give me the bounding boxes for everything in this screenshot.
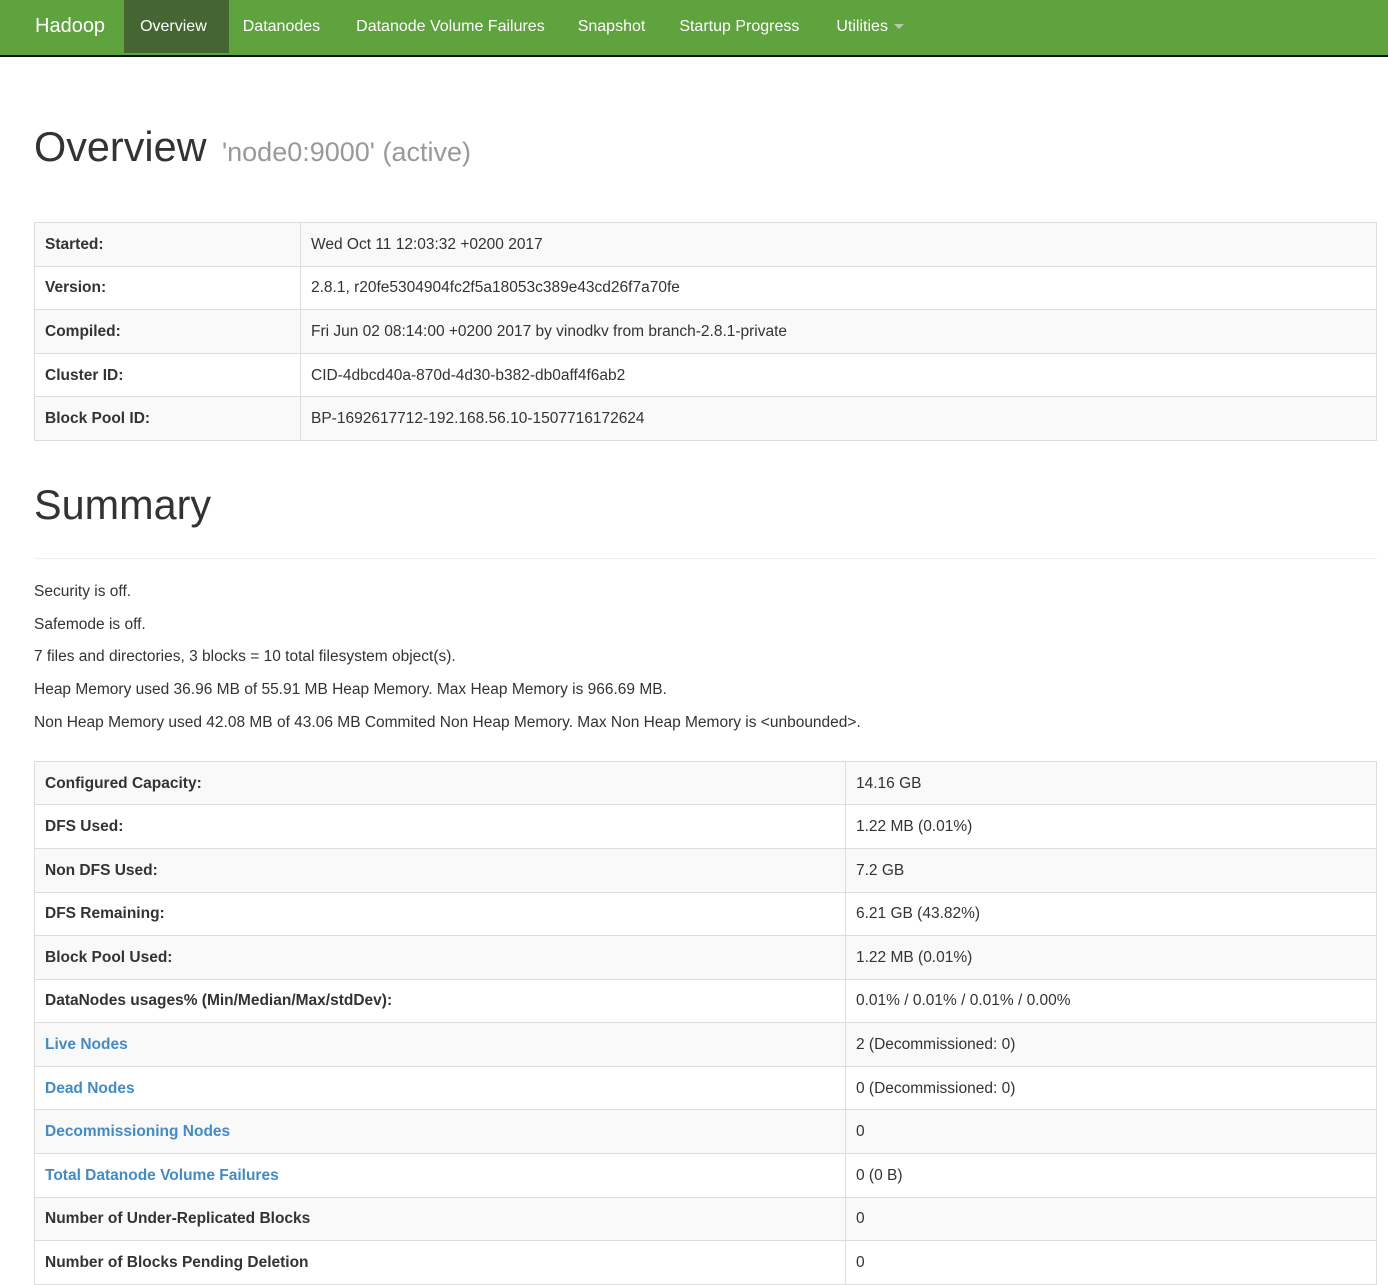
table-row-under-replicated-blocks: Number of Under-Replicated Blocks 0 [35, 1197, 1377, 1241]
security-status: Security is off. [34, 581, 1377, 602]
total-datanode-volume-failures-link[interactable]: Total Datanode Volume Failures [45, 1167, 279, 1184]
heap-memory: Heap Memory used 36.96 MB of 55.91 MB He… [34, 679, 1377, 700]
summary-table: Configured Capacity: 14.16 GB DFS Used: … [34, 761, 1377, 1285]
row-label: Started: [35, 223, 301, 267]
table-row-total-datanode-volume-failures: Total Datanode Volume Failures 0 (0 B) [35, 1154, 1377, 1198]
row-value: 2 (Decommissioned: 0) [846, 1023, 1377, 1067]
summary-title: Summary [34, 483, 1377, 527]
nav-item-overview[interactable]: Overview [124, 0, 229, 55]
table-row-decommissioning-nodes: Decommissioning Nodes 0 [35, 1110, 1377, 1154]
row-label: Total Datanode Volume Failures [35, 1154, 846, 1198]
row-label: Compiled: [35, 310, 301, 354]
table-row-dead-nodes: Dead Nodes 0 (Decommissioned: 0) [35, 1066, 1377, 1110]
row-label: Decommissioning Nodes [35, 1110, 846, 1154]
row-value: 0 [846, 1197, 1377, 1241]
nav-item-datanode-volume-failures[interactable]: Datanode Volume Failures [337, 0, 562, 55]
row-value: 0 [846, 1241, 1377, 1285]
table-row-blocks-pending-deletion: Number of Blocks Pending Deletion 0 [35, 1241, 1377, 1285]
page-title: Overview 'node0:9000' (active) [34, 125, 1377, 174]
row-label: DFS Remaining: [35, 892, 846, 936]
caret-down-icon [894, 24, 904, 29]
row-value: 0 [846, 1110, 1377, 1154]
live-nodes-link[interactable]: Live Nodes [45, 1036, 128, 1053]
table-row-block-pool-id: Block Pool ID: BP-1692617712-192.168.56.… [35, 397, 1377, 441]
table-row-block-pool-used: Block Pool Used: 1.22 MB (0.01%) [35, 936, 1377, 980]
table-row-started: Started: Wed Oct 11 12:03:32 +0200 2017 [35, 223, 1377, 267]
row-value: Fri Jun 02 08:14:00 +0200 2017 by vinodk… [301, 310, 1377, 354]
table-row-live-nodes: Live Nodes 2 (Decommissioned: 0) [35, 1023, 1377, 1067]
table-row-cluster-id: Cluster ID: CID-4dbcd40a-870d-4d30-b382-… [35, 353, 1377, 397]
filesystem-objects: 7 files and directories, 3 blocks = 10 t… [34, 646, 1377, 667]
nav-item-startup-progress[interactable]: Startup Progress [661, 0, 816, 55]
navbar: Hadoop Overview Datanodes Datanode Volum… [0, 0, 1388, 57]
non-heap-memory: Non Heap Memory used 42.08 MB of 43.06 M… [34, 712, 1377, 733]
table-row-configured-capacity: Configured Capacity: 14.16 GB [35, 761, 1377, 805]
row-value: 14.16 GB [846, 761, 1377, 805]
row-label: Number of Under-Replicated Blocks [35, 1197, 846, 1241]
summary-header: Summary [34, 483, 1377, 559]
row-label: Block Pool Used: [35, 936, 846, 980]
row-label: Cluster ID: [35, 353, 301, 397]
dead-nodes-link[interactable]: Dead Nodes [45, 1080, 135, 1097]
table-row-compiled: Compiled: Fri Jun 02 08:14:00 +0200 2017… [35, 310, 1377, 354]
table-row-non-dfs-used: Non DFS Used: 7.2 GB [35, 848, 1377, 892]
row-value: 0 (0 B) [846, 1154, 1377, 1198]
navbar-menu: Overview Datanodes Datanode Volume Failu… [124, 0, 921, 55]
row-value: 0 (Decommissioned: 0) [846, 1066, 1377, 1110]
table-row-dfs-used: DFS Used: 1.22 MB (0.01%) [35, 805, 1377, 849]
main-content: Overview 'node0:9000' (active) Started: … [34, 125, 1377, 1285]
row-label: Number of Blocks Pending Deletion [35, 1241, 846, 1285]
row-label: DFS Used: [35, 805, 846, 849]
safemode-status: Safemode is off. [34, 614, 1377, 635]
row-label: Version: [35, 266, 301, 310]
brand-link[interactable]: Hadoop [0, 0, 123, 55]
row-label: DataNodes usages% (Min/Median/Max/stdDev… [35, 979, 846, 1023]
row-label: Configured Capacity: [35, 761, 846, 805]
nav-item-datanodes[interactable]: Datanodes [229, 0, 337, 55]
nav-item-utilities[interactable]: Utilities [816, 0, 921, 55]
row-value: 2.8.1, r20fe5304904fc2f5a18053c389e43cd2… [301, 266, 1377, 310]
row-label: Block Pool ID: [35, 397, 301, 441]
table-row-dfs-remaining: DFS Remaining: 6.21 GB (43.82%) [35, 892, 1377, 936]
row-label: Dead Nodes [35, 1066, 846, 1110]
row-label: Non DFS Used: [35, 848, 846, 892]
row-value: 1.22 MB (0.01%) [846, 936, 1377, 980]
row-value: CID-4dbcd40a-870d-4d30-b382-db0aff4f6ab2 [301, 353, 1377, 397]
row-label: Live Nodes [35, 1023, 846, 1067]
page-subtitle: 'node0:9000' (active) [222, 137, 471, 167]
row-value: 7.2 GB [846, 848, 1377, 892]
row-value: BP-1692617712-192.168.56.10-150771617262… [301, 397, 1377, 441]
table-row-version: Version: 2.8.1, r20fe5304904fc2f5a18053c… [35, 266, 1377, 310]
decommissioning-nodes-link[interactable]: Decommissioning Nodes [45, 1123, 230, 1140]
table-row-datanodes-usages: DataNodes usages% (Min/Median/Max/stdDev… [35, 979, 1377, 1023]
row-value: Wed Oct 11 12:03:32 +0200 2017 [301, 223, 1377, 267]
row-value: 1.22 MB (0.01%) [846, 805, 1377, 849]
row-value: 6.21 GB (43.82%) [846, 892, 1377, 936]
row-value: 0.01% / 0.01% / 0.01% / 0.00% [846, 979, 1377, 1023]
nav-item-snapshot[interactable]: Snapshot [562, 0, 662, 55]
overview-table: Started: Wed Oct 11 12:03:32 +0200 2017 … [34, 222, 1377, 441]
